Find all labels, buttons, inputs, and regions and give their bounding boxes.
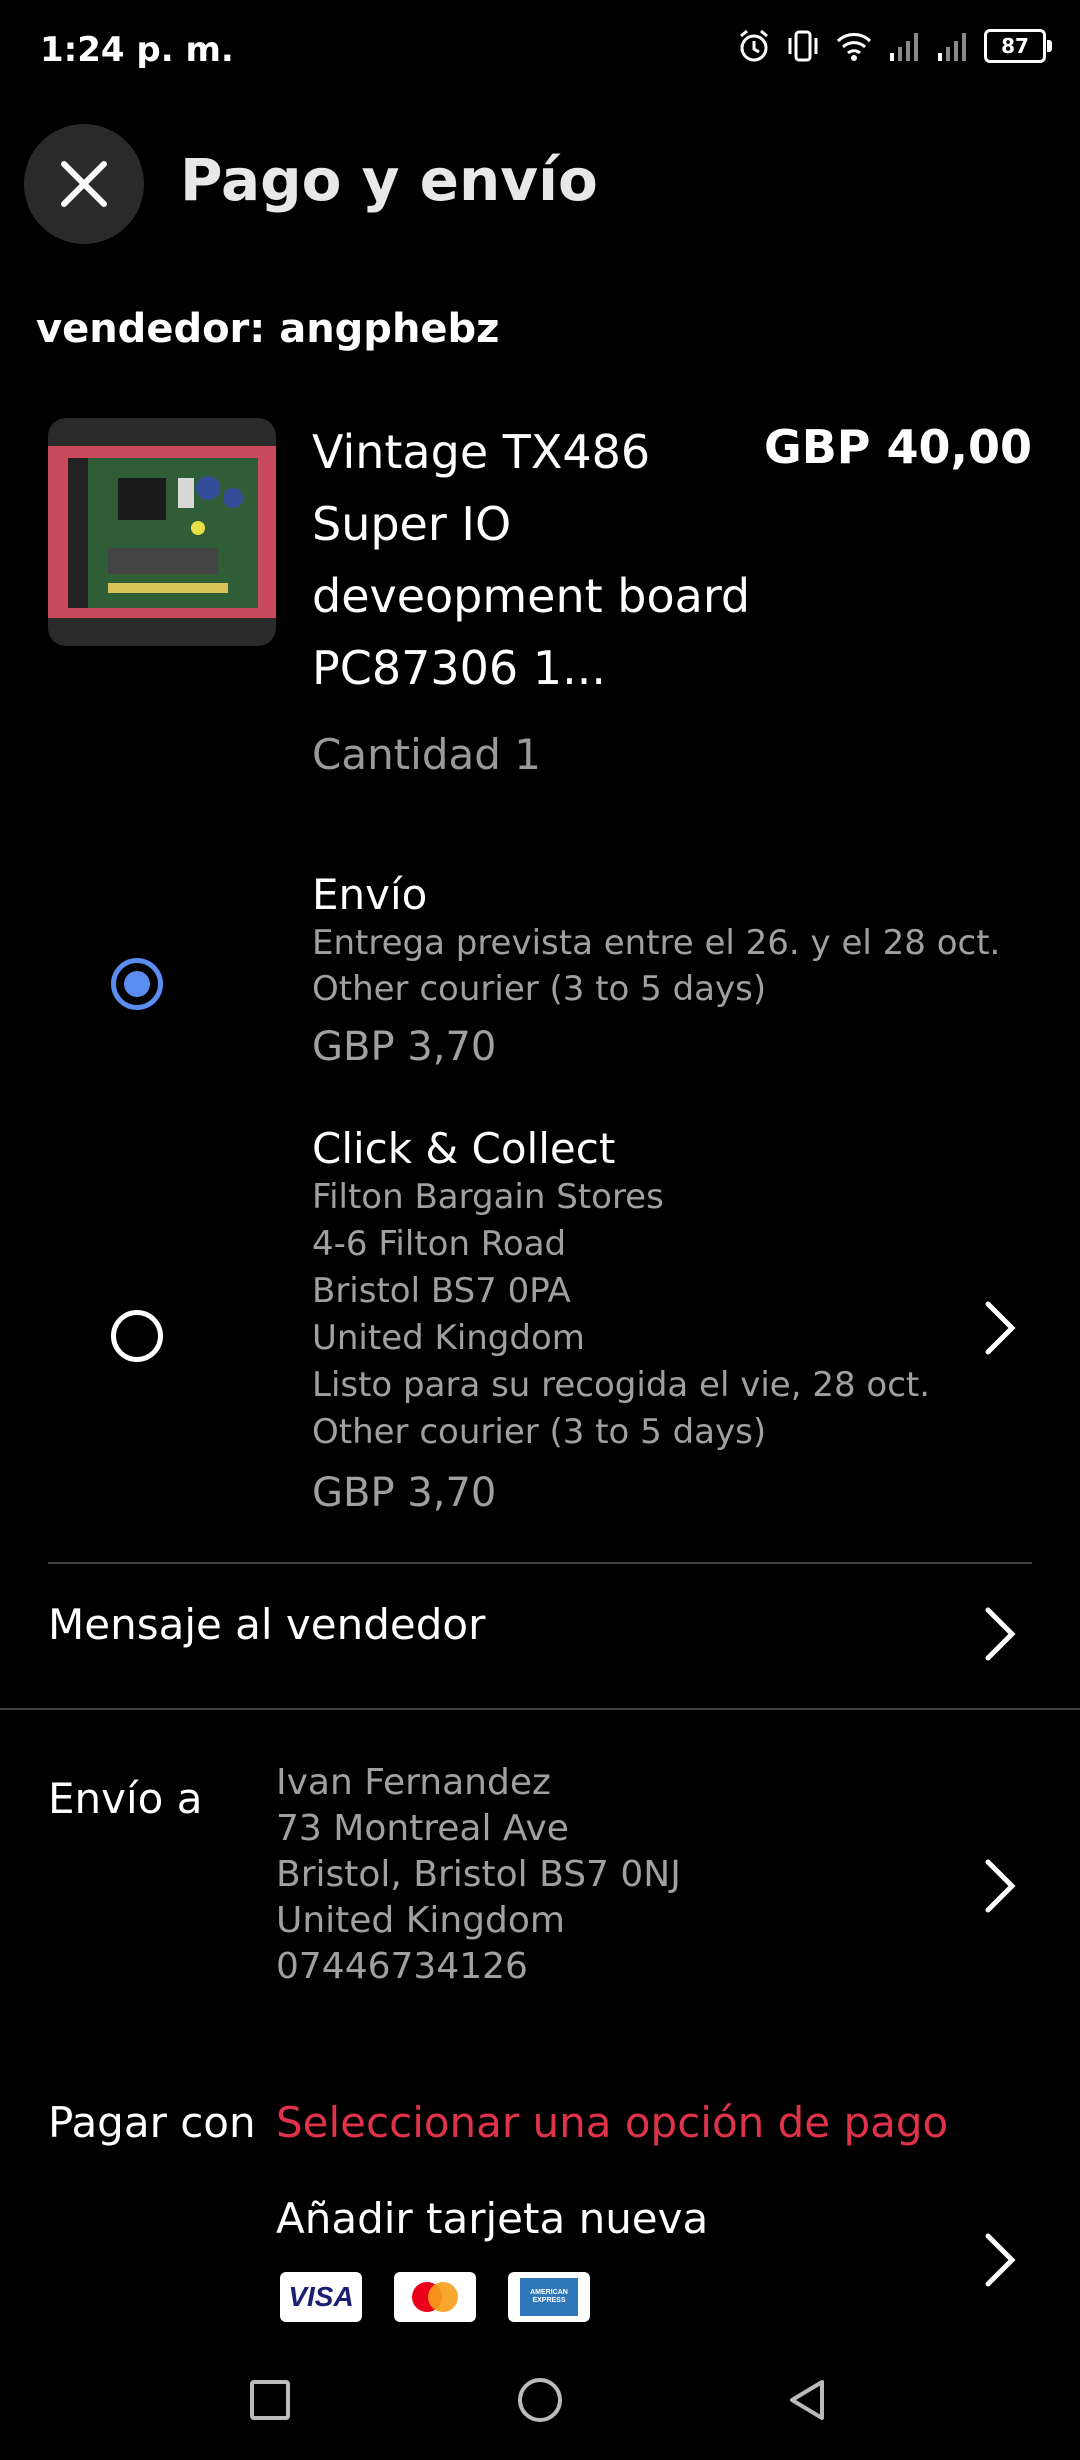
ship-to-line: Ivan Fernandez bbox=[276, 1762, 551, 1803]
amex-card-icon: AMERICAN EXPRESS bbox=[508, 2272, 590, 2322]
shipping-option-line: United Kingdom bbox=[312, 1318, 585, 1358]
ship-to-line: Bristol, Bristol BS7 0NJ bbox=[276, 1854, 681, 1895]
amex-logo: AMERICAN EXPRESS bbox=[520, 2278, 578, 2316]
shipping-option-line: Filton Bargain Stores bbox=[312, 1177, 664, 1217]
close-icon bbox=[61, 161, 107, 207]
recents-icon[interactable] bbox=[248, 2378, 292, 2422]
shipping-option-click-collect[interactable]: Click & Collect Filton Bargain Stores 4-… bbox=[0, 1120, 1080, 1540]
amex-logo-text: AMERICAN EXPRESS bbox=[530, 2289, 568, 2304]
ship-to-line: 07446734126 bbox=[276, 1946, 528, 1987]
shipping-option-line: Bristol BS7 0PA bbox=[312, 1271, 571, 1311]
wifi-icon bbox=[836, 33, 872, 61]
page-title: Pago y envío bbox=[180, 146, 598, 214]
item-thumbnail[interactable] bbox=[48, 418, 276, 646]
shipping-option-title: Envío bbox=[312, 870, 428, 919]
seller-label: vendedor: angphebz bbox=[36, 306, 500, 352]
item-price: GBP 40,00 bbox=[763, 420, 1032, 474]
back-icon[interactable] bbox=[784, 2376, 832, 2424]
message-to-seller-label: Mensaje al vendedor bbox=[48, 1600, 486, 1649]
add-new-card-row[interactable]: Añadir tarjeta nueva VISA AMERICAN EXPRE… bbox=[0, 2190, 1080, 2330]
shipping-option-line: Other courier (3 to 5 days) bbox=[312, 1412, 767, 1452]
ship-to-row[interactable]: Envío a Ivan Fernandez 73 Montreal Ave B… bbox=[0, 1760, 1080, 2010]
shipping-option-line: Entrega prevista entre el 26. y el 28 oc… bbox=[312, 923, 1001, 963]
battery-icon: 87 bbox=[984, 29, 1052, 63]
divider bbox=[0, 1708, 1080, 1710]
mastercard-icon bbox=[394, 2272, 476, 2322]
chevron-right-icon bbox=[985, 1607, 1016, 1661]
ship-to-line: 73 Montreal Ave bbox=[276, 1808, 569, 1849]
visa-card-text: VISA bbox=[288, 2281, 354, 2312]
item-quantity[interactable]: Cantidad 1 bbox=[312, 730, 541, 779]
radio-unselected[interactable] bbox=[111, 1310, 163, 1362]
message-to-seller-row[interactable]: Mensaje al vendedor bbox=[0, 1566, 1080, 1706]
signal-icon-1 bbox=[890, 33, 918, 61]
add-new-card-label: Añadir tarjeta nueva bbox=[276, 2194, 709, 2243]
shipping-option-standard[interactable]: Envío Entrega prevista entre el 26. y el… bbox=[0, 860, 1080, 1080]
signal-icon-2 bbox=[938, 33, 966, 61]
mastercard-logo bbox=[412, 2282, 458, 2312]
shipping-option-price: GBP 3,70 bbox=[312, 1470, 497, 1516]
circuit-board-image bbox=[48, 446, 276, 618]
vibrate-icon bbox=[788, 30, 818, 62]
shipping-option-price: GBP 3,70 bbox=[312, 1024, 497, 1070]
shipping-option-line: Listo para su recogida el vie, 28 oct. bbox=[312, 1365, 931, 1405]
item-title[interactable]: Vintage TX486 Super IO deveopment board … bbox=[312, 416, 752, 704]
ship-to-label: Envío a bbox=[48, 1774, 203, 1823]
divider bbox=[48, 1562, 1032, 1564]
shipping-option-line: 4-6 Filton Road bbox=[312, 1224, 567, 1264]
chevron-right-icon bbox=[985, 1301, 1016, 1355]
shipping-option-title: Click & Collect bbox=[312, 1124, 616, 1173]
close-button[interactable] bbox=[24, 124, 144, 244]
home-icon[interactable] bbox=[516, 2376, 564, 2424]
pay-with-label: Pagar con bbox=[48, 2098, 256, 2147]
radio-selected[interactable] bbox=[111, 958, 163, 1010]
shipping-option-line: Other courier (3 to 5 days) bbox=[312, 969, 767, 1009]
chevron-right-icon bbox=[985, 1859, 1016, 1913]
chevron-right-icon bbox=[985, 2233, 1016, 2287]
ship-to-line: United Kingdom bbox=[276, 1900, 565, 1941]
select-payment-link[interactable]: Seleccionar una opción de pago bbox=[276, 2098, 948, 2147]
status-time: 1:24 p. m. bbox=[40, 30, 234, 70]
status-icons: 87 bbox=[736, 28, 1052, 64]
status-bar: 1:24 p. m. 87 bbox=[0, 0, 1080, 100]
visa-card-icon: VISA bbox=[280, 2272, 362, 2322]
system-navigation-bar bbox=[0, 2330, 1080, 2460]
alarm-icon bbox=[740, 29, 768, 62]
